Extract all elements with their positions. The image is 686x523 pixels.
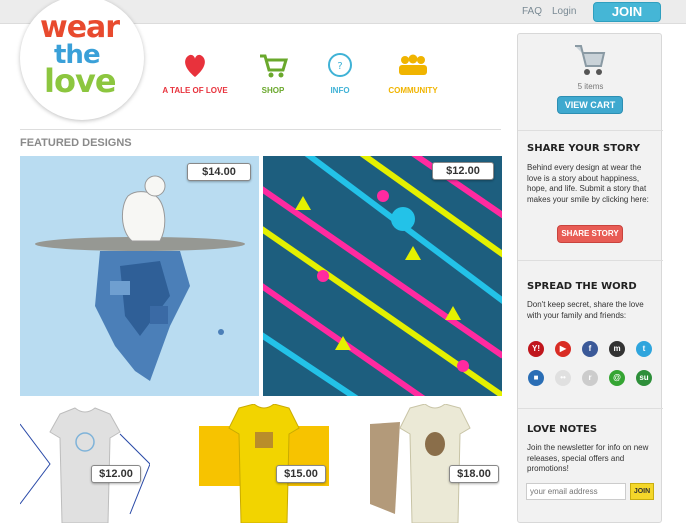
cart-icon [260, 54, 289, 78]
people-icon [399, 54, 427, 75]
share-story-title: SHARE YOUR STORY [527, 143, 640, 154]
share-story-button[interactable]: SHARE STORY [557, 225, 623, 243]
flickr-icon[interactable]: •• [555, 370, 571, 386]
view-cart-button[interactable]: VIEW CART [557, 96, 623, 114]
delicious-icon[interactable]: ■ [528, 370, 544, 386]
nav-community[interactable]: COMMUNITY [368, 50, 458, 95]
logo-word-love: love [44, 62, 117, 100]
tee-3-image [370, 404, 471, 523]
stumbleupon-icon[interactable]: su [636, 370, 652, 386]
technorati-icon[interactable]: @ [609, 370, 625, 386]
price-tag: $14.00 [187, 163, 251, 181]
facebook-icon[interactable]: f [582, 341, 598, 357]
featured-design-polar-bear[interactable]: $14.00 [20, 156, 259, 396]
tee-product-2[interactable]: $15.00 [199, 404, 329, 523]
join-button[interactable]: JOIN [593, 2, 661, 22]
tee-product-3[interactable]: $18.00 [370, 404, 500, 523]
price-tag: $12.00 [91, 465, 141, 483]
myspace-icon[interactable]: m [609, 341, 625, 357]
reddit-icon[interactable]: r [582, 370, 598, 386]
tribal-pattern-artwork [263, 156, 502, 396]
featured-title: FEATURED DESIGNS [20, 137, 132, 149]
share-story-text: Behind every design at wear the love is … [527, 163, 649, 204]
sidebar: 5 items VIEW CART SHARE YOUR STORY Behin… [517, 33, 663, 523]
svg-text:?: ? [337, 61, 342, 72]
tee-2-image [199, 404, 329, 523]
divider [20, 129, 501, 130]
polar-bear-artwork [35, 175, 245, 381]
sidebar-divider [518, 260, 663, 261]
login-link[interactable]: Login [552, 6, 576, 17]
price-tag: $18.00 [449, 465, 499, 483]
nav-tale-of-love[interactable]: A TALE of LOVE [150, 50, 240, 95]
newsletter-join-button[interactable]: JOIN [630, 483, 654, 500]
email-field[interactable] [526, 483, 626, 500]
shopping-cart-icon[interactable] [573, 42, 607, 78]
featured-design-pattern[interactable]: $12.00 [263, 156, 502, 396]
sidebar-divider [518, 130, 663, 131]
nav-label: A TALE of LOVE [162, 86, 228, 95]
faq-link[interactable]: FAQ [522, 6, 542, 17]
spread-title: SPREAD THE WORD [527, 281, 637, 292]
heart-icon [185, 54, 205, 77]
youtube-icon[interactable]: ▶ [555, 341, 571, 357]
price-tag: $12.00 [432, 162, 494, 180]
site-logo[interactable]: wear the love [20, 0, 144, 120]
info-icon: ? [328, 53, 352, 77]
tee-1-image [20, 407, 150, 523]
love-notes-title: LOVE NOTES [527, 424, 598, 435]
spread-text: Don't keep secret, share the love with y… [527, 300, 644, 320]
yahoo-icon[interactable]: Y! [528, 341, 544, 357]
price-tag: $15.00 [276, 465, 326, 483]
love-notes-text: Join the newsletter for info on new rele… [527, 443, 649, 473]
cart-count: 5 items [577, 82, 604, 91]
sidebar-divider [518, 408, 663, 409]
twitter-icon[interactable]: t [636, 341, 652, 357]
nav-label: COMMUNITY [388, 86, 438, 95]
tee-product-1[interactable]: $12.00 [20, 404, 150, 523]
